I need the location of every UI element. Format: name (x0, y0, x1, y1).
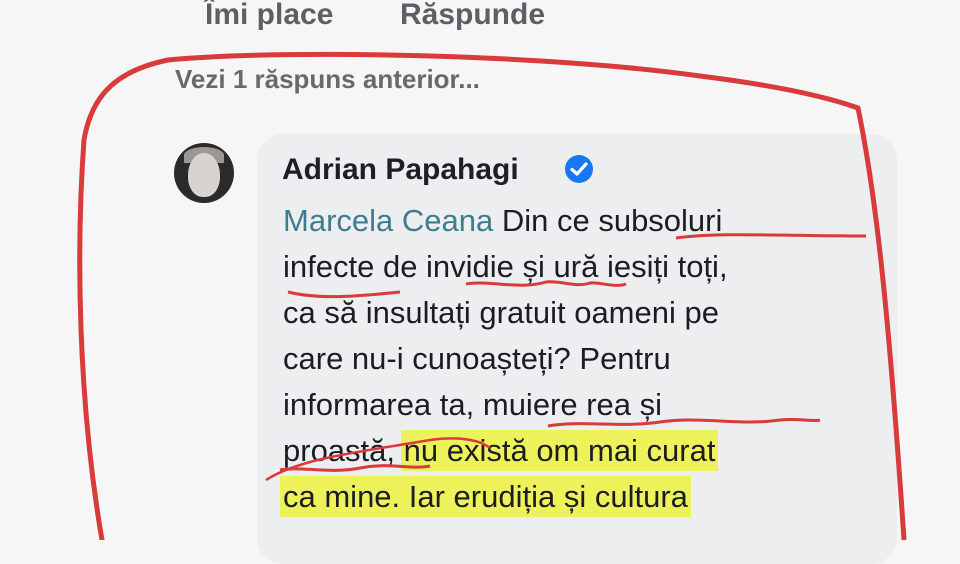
annotation-overlay (77, 51, 907, 540)
scribble-proasta (265, 437, 491, 482)
underline-infecte (287, 290, 401, 299)
underline-muiere-rea (547, 417, 821, 428)
underline-subsoluri (675, 233, 867, 240)
red-outline-annotation (77, 51, 907, 540)
underline-proasta (279, 464, 431, 472)
underline-invidie (465, 280, 627, 287)
